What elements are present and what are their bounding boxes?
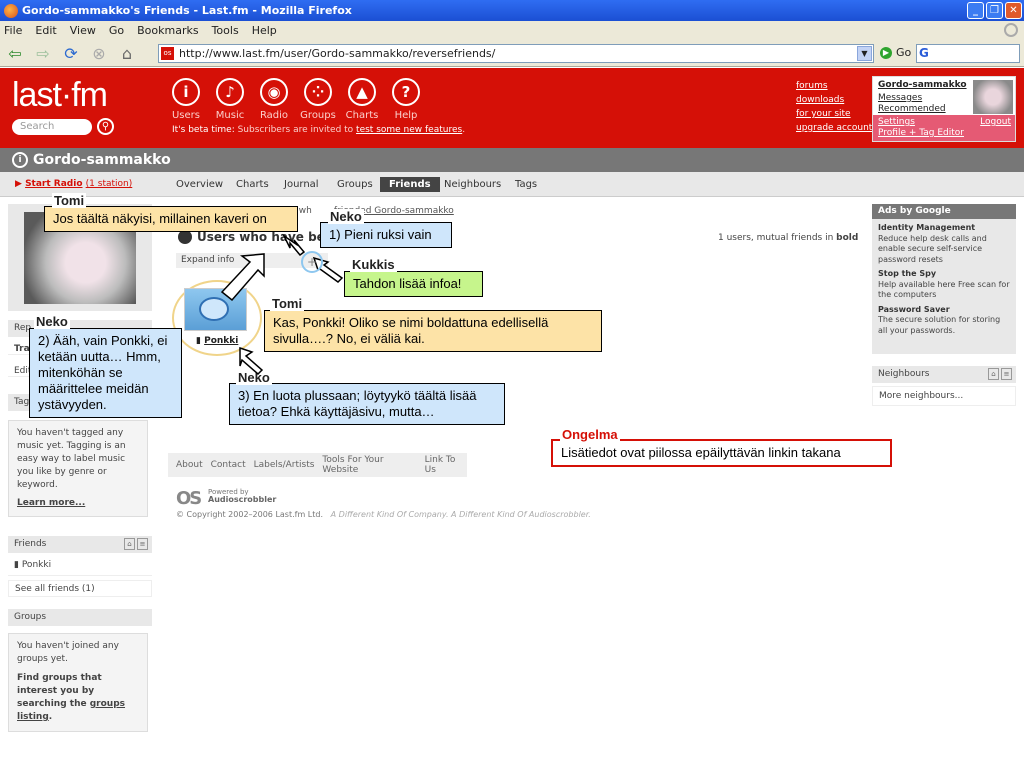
plus-icon: +	[307, 255, 317, 269]
arrow-to-expand	[220, 253, 265, 302]
arrow-to-ponkki	[239, 346, 264, 376]
annotation-arrows: +	[220, 233, 344, 376]
arrow-to-plus	[282, 233, 306, 257]
